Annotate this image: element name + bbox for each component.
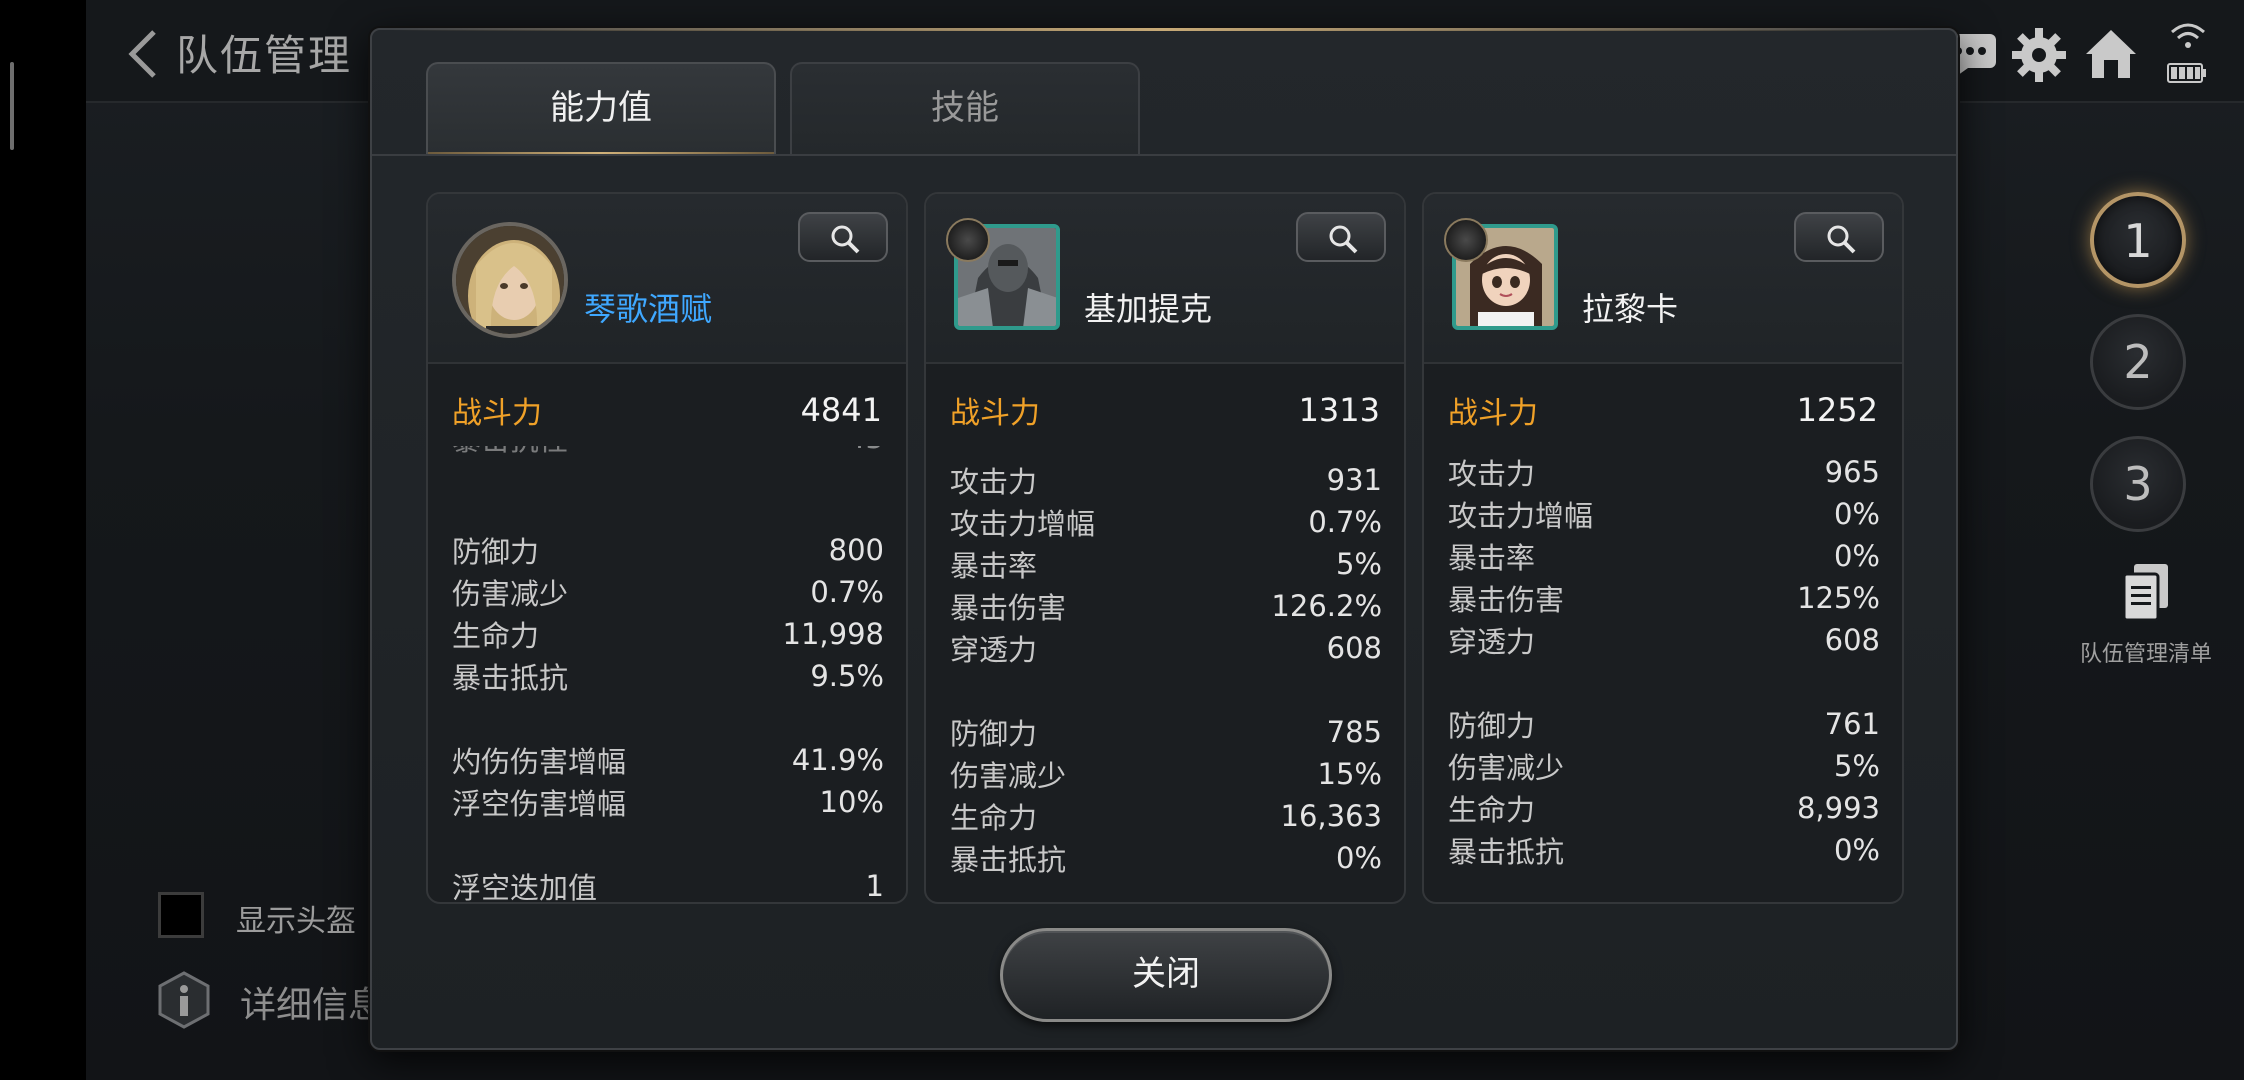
power-value: 4841 (800, 391, 882, 429)
info-icon[interactable] (154, 970, 214, 1030)
document-icon (2118, 560, 2174, 628)
power-row: 战斗力 4841 (428, 380, 906, 440)
gear-icon[interactable] (2010, 26, 2070, 86)
hero-card-2: 基加提克 战斗力 1313 攻击力 931 攻击力增幅 0.7% 暴击率 5% 暴击伤… (924, 192, 1406, 904)
tab-stats[interactable]: 能力值 (426, 62, 776, 156)
magnifier-icon (1329, 225, 1358, 254)
stat-row: 攻击力增幅 0% (1448, 497, 1880, 533)
stat-row: 暴击伤害 125% (1448, 581, 1880, 617)
battery-icon (2166, 60, 2208, 86)
power-label: 战斗力 (452, 396, 542, 431)
stat-row: 生命力 8,993 (1448, 791, 1880, 827)
power-label: 战斗力 (950, 396, 1040, 431)
stat-row: 浮空伤害增幅 10% (452, 785, 884, 821)
power-row: 战斗力 1313 (926, 380, 1404, 440)
stat-row: 暴击伤害 126.2% (950, 589, 1382, 625)
stats-modal: 能力值 技能 琴歌酒赋 战斗力 4841 暴击抗性45 防御力800 伤害减少0… (370, 28, 1958, 1050)
stat-row: 防御力 800 (452, 533, 884, 569)
stat-row: 暴击抵抗 0% (1448, 833, 1880, 869)
hero-avatar (452, 222, 568, 338)
stat-row: 攻击力增幅 0.7% (950, 505, 1382, 541)
stat-row: 生命力 16,363 (950, 799, 1382, 835)
back-arrow-icon[interactable] (124, 26, 164, 78)
show-helmet-label: 显示头盔 (236, 904, 356, 939)
team-roster-button[interactable]: 队伍管理清单 (2066, 560, 2226, 668)
power-value: 1313 (1298, 391, 1380, 429)
details-label: 详细信息 (240, 985, 385, 1026)
search-button[interactable] (1296, 212, 1386, 262)
stat-row: 暴击抗性45 (452, 446, 884, 458)
close-button[interactable]: 关闭 (1000, 928, 1332, 1022)
roster-label: 队伍管理清单 (2079, 642, 2212, 667)
stat-row: 暴击率 0% (1448, 539, 1880, 575)
stat-row: 穿透力 608 (1448, 623, 1880, 659)
stat-row: 防御力 761 (1448, 707, 1880, 743)
hero-name: 拉黎卡 (1582, 290, 1679, 328)
wifi-icon (2168, 20, 2208, 50)
power-label: 战斗力 (1448, 396, 1538, 431)
class-emblem-icon (1444, 218, 1488, 262)
show-helmet-checkbox[interactable] (158, 892, 204, 938)
stat-row: 攻击力 931 (950, 463, 1382, 499)
stat-row: 浮空迭加值 1 (452, 869, 884, 902)
power-row: 战斗力 1252 (1424, 380, 1902, 440)
magnifier-icon (831, 225, 860, 254)
stat-row: 灼伤伤害增幅 41.9% (452, 743, 884, 779)
page-title: 队伍管理 (176, 31, 353, 80)
tabs-divider (372, 154, 1956, 156)
team-slot-3[interactable]: 3 (2090, 436, 2186, 532)
stat-row: 暴击抵抗 9.5% (452, 659, 884, 695)
stat-row: 伤害减少 15% (950, 757, 1382, 793)
power-value: 1252 (1796, 391, 1878, 429)
home-icon[interactable] (2082, 26, 2142, 86)
magnifier-icon (1827, 225, 1856, 254)
hero-card-1: 琴歌酒赋 战斗力 4841 暴击抗性45 防御力800 伤害减少0.7% 生命力… (426, 192, 908, 904)
system-side-bar (0, 0, 86, 1080)
stat-row: 生命力 11,998 (452, 617, 884, 653)
stat-row: 攻击力 965 (1448, 455, 1880, 491)
tab-skills[interactable]: 技能 (790, 62, 1140, 154)
stat-row: 伤害减少 0.7% (452, 575, 884, 611)
hero-name: 琴歌酒赋 (584, 290, 713, 328)
class-emblem-icon (946, 218, 990, 262)
stat-row: 暴击率 5% (950, 547, 1382, 583)
stats-list[interactable]: 攻击力 965 攻击力增幅 0% 暴击率 0% 暴击伤害 125% 穿透力 608 防御力… (1424, 446, 1902, 902)
search-button[interactable] (1794, 212, 1884, 262)
team-slot-2[interactable]: 2 (2090, 314, 2186, 410)
stat-row: 防御力 785 (950, 715, 1382, 751)
stats-list[interactable]: 攻击力 931 攻击力增幅 0.7% 暴击率 5% 暴击伤害 126.2% 穿透力 608… (926, 446, 1404, 902)
stats-list[interactable]: 暴击抗性45 防御力800 伤害减少0.7% 生命力11,998 暴击抵抗9.5… (428, 446, 906, 902)
hero-card-3: 拉黎卡 战斗力 1252 攻击力 965 攻击力增幅 0% 暴击率 0% 暴击伤害 12… (1422, 192, 1904, 904)
modal-accent-line (392, 28, 1936, 31)
search-button[interactable] (798, 212, 888, 262)
team-slot-1[interactable]: 1 (2090, 192, 2186, 288)
side-handle[interactable] (10, 62, 14, 150)
stat-row: 伤害减少 5% (1448, 749, 1880, 785)
stat-row: 暴击抵抗 0% (950, 841, 1382, 877)
hero-name: 基加提克 (1084, 290, 1213, 328)
stat-row: 穿透力 608 (950, 631, 1382, 667)
